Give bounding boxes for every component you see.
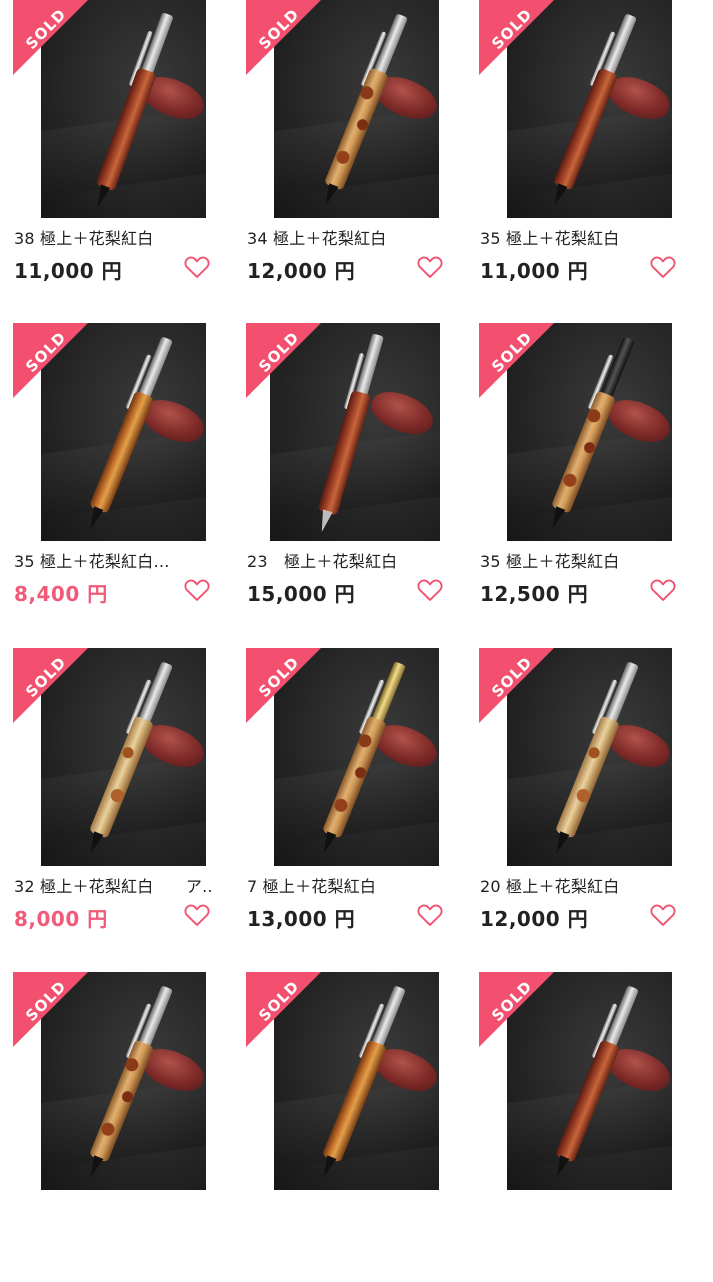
product-title[interactable]: 20 極上＋花梨紅白 [480,873,680,897]
product-price: 12,000 円 [247,259,356,283]
product-card[interactable]: SOLD [466,972,699,1282]
product-grid: SOLD 38 極上＋花梨紅白 11,000 円 SOLD 34 極上＋花梨紅白… [0,0,713,1190]
heart-outline-icon[interactable] [649,901,677,929]
product-card[interactable]: SOLD 38 極上＋花梨紅白 11,000 円 [0,0,233,310]
product-thumbnail[interactable]: SOLD [479,0,686,218]
product-title[interactable]: 32 極上＋花梨紅白 ア… [14,873,214,897]
product-price: 8,000 円 [14,907,108,931]
product-thumbnail[interactable]: SOLD [479,972,686,1190]
heart-outline-icon[interactable] [649,253,677,281]
product-thumbnail[interactable]: SOLD [13,323,220,541]
product-card[interactable]: SOLD 7 極上＋花梨紅白 13,000 円 [233,648,466,958]
product-card[interactable]: SOLD 32 極上＋花梨紅白 ア… 8,000 円 [0,648,233,958]
product-thumbnail[interactable]: SOLD [246,972,453,1190]
heart-outline-icon[interactable] [416,253,444,281]
heart-outline-icon[interactable] [416,576,444,604]
product-price: 8,400 円 [14,582,108,606]
heart-outline-icon[interactable] [183,576,211,604]
product-card[interactable]: SOLD 35 極上＋花梨紅白 12,500 円 [466,323,699,633]
product-card[interactable]: SOLD 34 極上＋花梨紅白 12,000 円 [233,0,466,310]
product-thumbnail[interactable]: SOLD [479,323,686,541]
product-title[interactable]: 35 極上＋花梨紅白 [480,225,680,249]
product-card[interactable]: SOLD 35 極上＋花梨紅白 11,000 円 [466,0,699,310]
product-thumbnail[interactable]: SOLD [13,648,220,866]
product-price: 11,000 円 [480,259,589,283]
product-card[interactable]: SOLD 23 極上＋花梨紅白 15,000 円 [233,323,466,633]
product-thumbnail[interactable]: SOLD [246,648,453,866]
product-thumbnail[interactable]: SOLD [13,972,220,1190]
heart-outline-icon[interactable] [649,576,677,604]
product-title[interactable]: 34 極上＋花梨紅白 [247,225,447,249]
product-price: 11,000 円 [14,259,123,283]
product-card[interactable]: SOLD 20 極上＋花梨紅白 12,000 円 [466,648,699,958]
product-title[interactable]: 23 極上＋花梨紅白 [247,548,447,572]
product-price: 13,000 円 [247,907,356,931]
product-card[interactable]: SOLD [0,972,233,1282]
product-thumbnail[interactable]: SOLD [13,0,220,218]
product-price: 12,000 円 [480,907,589,931]
product-title[interactable]: 35 極上＋花梨紅白… [14,548,214,572]
heart-outline-icon[interactable] [416,901,444,929]
product-price: 15,000 円 [247,582,356,606]
product-thumbnail[interactable]: SOLD [479,648,686,866]
product-thumbnail[interactable]: SOLD [246,323,453,541]
product-title[interactable]: 35 極上＋花梨紅白 [480,548,680,572]
heart-outline-icon[interactable] [183,901,211,929]
product-card[interactable]: SOLD [233,972,466,1282]
product-price: 12,500 円 [480,582,589,606]
product-title[interactable]: 7 極上＋花梨紅白 [247,873,447,897]
heart-outline-icon[interactable] [183,253,211,281]
product-card[interactable]: SOLD 35 極上＋花梨紅白… 8,400 円 [0,323,233,633]
product-thumbnail[interactable]: SOLD [246,0,453,218]
product-title[interactable]: 38 極上＋花梨紅白 [14,225,214,249]
